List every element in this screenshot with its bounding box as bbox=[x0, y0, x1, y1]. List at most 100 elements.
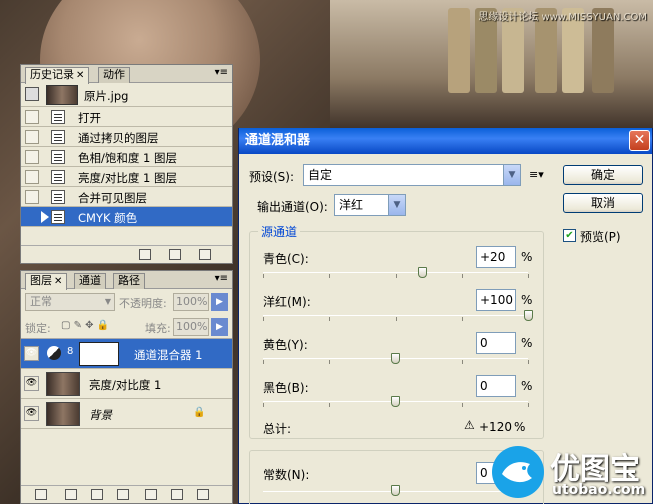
panel-menu-icon[interactable]: ▾≡ bbox=[215, 68, 228, 78]
percent-sign: % bbox=[514, 420, 526, 434]
adjustment-icon[interactable] bbox=[117, 489, 129, 500]
link-layers-icon[interactable] bbox=[35, 489, 47, 500]
layer-mask-thumbnail bbox=[79, 342, 119, 366]
history-item[interactable]: 打开 bbox=[21, 107, 232, 127]
slider-tick bbox=[395, 274, 397, 278]
new-document-icon[interactable] bbox=[139, 249, 151, 260]
source-slider-thumb[interactable] bbox=[391, 353, 400, 364]
source-checkbox[interactable] bbox=[25, 150, 39, 164]
close-icon[interactable]: ✕ bbox=[629, 130, 650, 151]
source-slider-thumb[interactable] bbox=[417, 267, 427, 278]
layer-thumbnail bbox=[46, 372, 80, 396]
source-checkbox[interactable] bbox=[25, 130, 39, 144]
fx-icon[interactable] bbox=[65, 489, 77, 500]
source-slider-track[interactable] bbox=[263, 272, 528, 273]
history-state-icon bbox=[51, 170, 65, 184]
blend-row: 正常 ▼ 不透明度: 100% ▶ bbox=[21, 289, 232, 315]
opacity-input[interactable]: 100% bbox=[173, 293, 209, 311]
output-channel-select[interactable]: 洋红 ▼ bbox=[334, 194, 406, 216]
lock-icon: 🔒 bbox=[193, 407, 206, 418]
source-checkbox[interactable] bbox=[25, 210, 39, 224]
history-state-icon bbox=[51, 190, 65, 204]
fill-input[interactable]: 100% bbox=[173, 318, 209, 336]
layer-name: 背景 bbox=[89, 408, 112, 422]
slider-tick bbox=[528, 403, 529, 407]
cancel-button[interactable]: 取消 bbox=[563, 193, 643, 213]
history-state-icon bbox=[51, 150, 65, 164]
ok-button[interactable]: 确定 bbox=[563, 165, 643, 185]
new-layer-icon[interactable] bbox=[171, 489, 183, 500]
history-item[interactable]: 通过拷贝的图层 bbox=[21, 127, 232, 147]
source-slider-thumb[interactable] bbox=[391, 396, 400, 407]
layers-panel: 图层 ✕ 通道 路径 ▾≡ 正常 ▼ 不透明度: 100% ▶ 锁定: ▢ ✎ ✥ … bbox=[20, 270, 233, 504]
panel-menu-icon[interactable]: ▾≡ bbox=[215, 274, 228, 284]
source-value-input[interactable]: 0 bbox=[476, 332, 516, 354]
source-checkbox[interactable] bbox=[25, 170, 39, 184]
slider-tick bbox=[263, 274, 264, 278]
dialog-titlebar[interactable]: 通道混和器 ✕ bbox=[239, 128, 652, 154]
source-slider-thumb[interactable] bbox=[523, 310, 533, 321]
tab-layers[interactable]: 图层 ✕ bbox=[25, 273, 68, 290]
close-icon[interactable]: ✕ bbox=[54, 276, 62, 287]
tab-paths[interactable]: 路径 bbox=[113, 273, 145, 289]
history-item-label: 色相/饱和度 1 图层 bbox=[78, 151, 178, 165]
history-state-icon bbox=[51, 110, 65, 124]
slider-tick bbox=[263, 403, 264, 407]
mask-icon[interactable] bbox=[91, 489, 103, 500]
trash-icon[interactable] bbox=[197, 489, 209, 500]
layers-footer bbox=[21, 485, 232, 503]
source-checkbox[interactable] bbox=[25, 110, 39, 124]
layer-thumbnail bbox=[46, 402, 80, 426]
source-value-input[interactable]: 0 bbox=[476, 375, 516, 397]
history-panel: 历史记录 ✕ 动作 ▾≡ 原片.jpg 打开 通过拷贝的图层 色相/饱和度 1 图… bbox=[20, 64, 233, 264]
folder-icon[interactable] bbox=[145, 489, 157, 500]
preset-options-icon[interactable]: ≡▾ bbox=[529, 168, 544, 181]
history-item[interactable]: 亮度/对比度 1 图层 bbox=[21, 167, 232, 187]
output-channel-label: 输出通道(O): bbox=[257, 200, 328, 214]
opacity-arrow-button[interactable]: ▶ bbox=[211, 293, 228, 311]
preview-checkbox[interactable]: ✔ bbox=[563, 229, 576, 242]
lock-row: 锁定: ▢ ✎ ✥ 🔒 填充: 100% ▶ bbox=[21, 315, 232, 339]
snapshot-thumbnail bbox=[46, 85, 78, 105]
source-value-input[interactable]: +20 bbox=[476, 246, 516, 268]
source-value-input[interactable]: +100 bbox=[476, 289, 516, 311]
eye-icon[interactable]: 👁 bbox=[24, 346, 39, 361]
slider-tick bbox=[461, 360, 463, 364]
constant-label: 常数(N): bbox=[263, 468, 310, 482]
total-label: 总计: bbox=[263, 422, 292, 436]
close-icon[interactable]: ✕ bbox=[76, 70, 84, 81]
lock-icons[interactable]: ▢ ✎ ✥ 🔒 bbox=[61, 320, 109, 331]
history-snapshot[interactable]: 原片.jpg bbox=[21, 83, 232, 107]
chevron-down-icon: ▼ bbox=[104, 297, 111, 306]
fill-arrow-button[interactable]: ▶ bbox=[211, 318, 228, 336]
source-slider-track[interactable] bbox=[263, 315, 528, 316]
tab-history[interactable]: 历史记录 ✕ bbox=[25, 67, 90, 84]
blend-mode-select[interactable]: 正常 ▼ bbox=[25, 293, 115, 311]
fill-label: 填充: bbox=[145, 322, 171, 335]
history-item[interactable]: 合并可见图层 bbox=[21, 187, 232, 207]
layer-name: 通道混合器 1 bbox=[134, 348, 203, 362]
brush-icon[interactable] bbox=[25, 87, 39, 101]
slider-tick bbox=[329, 274, 331, 278]
tab-channels[interactable]: 通道 bbox=[74, 273, 106, 289]
history-item-selected[interactable]: CMYK 颜色 bbox=[21, 207, 232, 227]
link-icon: 8 bbox=[67, 346, 74, 357]
constant-slider-thumb[interactable] bbox=[391, 485, 400, 496]
preset-select[interactable]: 自定 ▼ bbox=[303, 164, 521, 186]
adjustment-layer-icon bbox=[47, 346, 61, 360]
layer-name: 亮度/对比度 1 bbox=[89, 378, 162, 392]
layer-row[interactable]: 👁 亮度/对比度 1 bbox=[21, 369, 232, 399]
history-item[interactable]: 色相/饱和度 1 图层 bbox=[21, 147, 232, 167]
warning-icon: ⚠ bbox=[464, 418, 475, 432]
source-checkbox[interactable] bbox=[25, 190, 39, 204]
eye-icon[interactable]: 👁 bbox=[24, 376, 39, 391]
trash-icon[interactable] bbox=[199, 249, 211, 260]
eye-icon[interactable]: 👁 bbox=[24, 406, 39, 421]
camera-snapshot-icon[interactable] bbox=[169, 249, 181, 260]
tab-actions[interactable]: 动作 bbox=[98, 67, 130, 83]
layer-row[interactable]: 👁 背景 🔒 bbox=[21, 399, 232, 429]
history-item-label: 打开 bbox=[78, 111, 101, 125]
slider-tick bbox=[528, 274, 529, 278]
layer-row[interactable]: 👁 8 通道混合器 1 bbox=[21, 339, 232, 369]
source-label: 黑色(B): bbox=[263, 381, 309, 395]
